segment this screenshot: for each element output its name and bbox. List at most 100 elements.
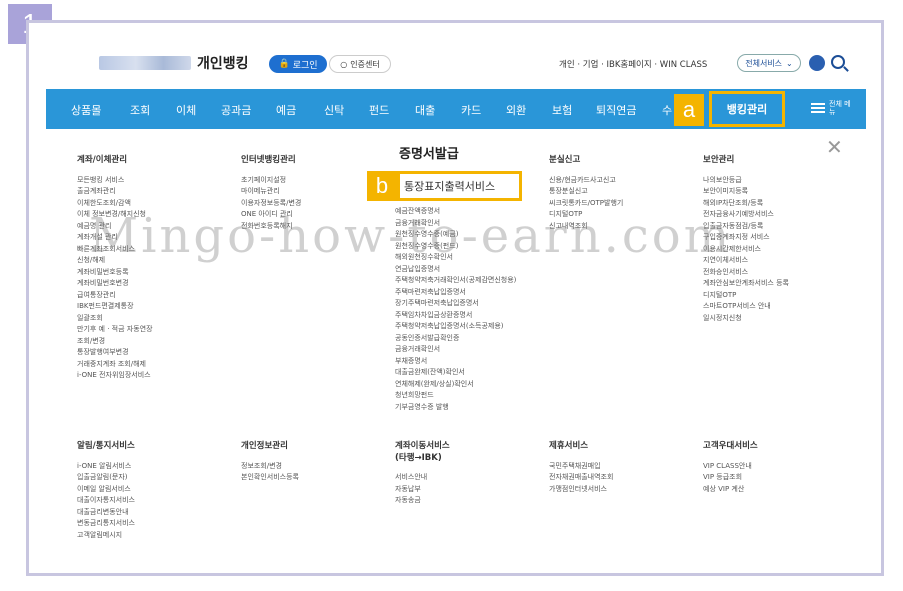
all-services-label: 전체서비스 — [745, 58, 783, 68]
column-privacy: 개인정보관리 정보조회/변경 본인확인서비스등록 — [241, 441, 299, 484]
menu-link[interactable]: 이메일 알림서비스 — [77, 484, 135, 496]
nav-item-deposit[interactable]: 예금 — [276, 102, 296, 118]
close-icon[interactable]: ✕ — [826, 135, 843, 159]
column-partner: 제휴서비스 국민주택채권매입 전자채권매출내역조회 가맹점인터넷서비스 — [549, 441, 613, 495]
menu-link[interactable]: 대출이자통지서비스 — [77, 495, 135, 507]
menu-link[interactable]: 주택청약저축납입증명서(소득공제용) — [395, 321, 516, 333]
nav-item-insurance[interactable]: 보험 — [552, 102, 572, 118]
menu-link[interactable]: 예상 VIP 계산 — [703, 484, 758, 496]
menu-link[interactable]: 대출금리변동안내 — [77, 507, 135, 519]
column-title-privacy: 개인정보관리 — [241, 441, 288, 451]
nav-item-utility[interactable]: 공과금 — [221, 102, 251, 118]
nav-item-inquiry[interactable]: 조회 — [130, 102, 150, 118]
cert-center-label: 인증센터 — [350, 59, 380, 69]
menu-link[interactable]: 금융거래확인서 — [395, 344, 516, 356]
nav-item-loan[interactable]: 대출 — [415, 102, 435, 118]
menu-link[interactable]: 계좌비밀번호변경 — [77, 278, 153, 290]
menu-link[interactable]: 연금납입증명서 — [395, 264, 516, 276]
top-links[interactable]: 개인 · 기업 · IBK홈페이지 · WIN CLASS — [559, 58, 707, 70]
account-move-title: 계좌이동서비스 — [395, 441, 450, 451]
menu-link[interactable]: 스마트OTP서비스 안내 — [703, 301, 789, 313]
login-button[interactable]: 🔒 로그인 — [269, 55, 327, 73]
nav-item-banking-management[interactable]: 뱅킹관리 — [709, 91, 785, 127]
menu-link[interactable]: 주택청약저축거래확인서(공제감면신청용) — [395, 275, 516, 287]
menu-link[interactable]: 변동금리통지서비스 — [77, 518, 135, 530]
nav-item-forex[interactable]: 외환 — [506, 102, 526, 118]
menu-link[interactable]: 통장분실신고 — [549, 186, 623, 198]
all-menu-label[interactable]: 전체 메뉴 — [829, 100, 851, 116]
menu-link[interactable]: 본인확인서비스등록 — [241, 472, 299, 484]
menu-link[interactable]: 신용/현금카드사고신고 — [549, 175, 623, 187]
menu-link[interactable]: 거래중지계좌 조회/해제 — [77, 359, 153, 371]
menu-link[interactable]: i-ONE 알림서비스 — [77, 461, 135, 473]
search-icon[interactable] — [831, 55, 845, 69]
annotation-label-a: a — [674, 94, 704, 126]
menu-link[interactable]: 기부금영수증 발행 — [395, 402, 516, 414]
menu-link[interactable]: 계좌안심보안계좌서비스 등록 — [703, 278, 789, 290]
menu-link[interactable]: 디지털OTP — [703, 290, 789, 302]
nav-item-transfer[interactable]: 이체 — [176, 102, 196, 118]
hamburger-menu-icon[interactable] — [811, 103, 825, 113]
menu-link[interactable]: 대출금완제(잔액)확인서 — [395, 367, 516, 379]
menu-link[interactable]: 정보조회/변경 — [241, 461, 299, 473]
menu-link[interactable]: 출금계좌관리 — [77, 186, 153, 198]
column-title-security: 보안관리 — [703, 155, 735, 165]
column-title-account-move: 계좌이동서비스 (타행→IBK) — [395, 441, 450, 464]
menu-link[interactable]: 자동송금 — [395, 495, 450, 507]
menu-link[interactable]: 부채증명서 — [395, 356, 516, 368]
menu-link[interactable]: 모든뱅킹 서비스 — [77, 175, 153, 187]
menu-link[interactable]: 계좌비밀번호등록 — [77, 267, 153, 279]
column-title-vip: 고객우대서비스 — [703, 441, 758, 451]
menu-link[interactable]: 주택마련저축납입증명서 — [395, 287, 516, 299]
menu-link[interactable]: 나의보안등급 — [703, 175, 789, 187]
nav-item-products[interactable]: 상품몰 — [71, 102, 101, 118]
menu-link[interactable]: 고객알림메시지 — [77, 530, 135, 542]
globe-icon[interactable] — [809, 55, 825, 71]
menu-link[interactable]: 장기주택마련저축납입증명서 — [395, 298, 516, 310]
menu-link[interactable]: 자동납부 — [395, 484, 450, 496]
menu-link[interactable]: 만기후 예 · 적금 자동연장 — [77, 324, 153, 336]
menu-link[interactable]: 조회/변경 — [77, 336, 153, 348]
menu-link[interactable]: 공동인증서발급확인증 — [395, 333, 516, 345]
all-services-select[interactable]: 전체서비스 ⌄ — [737, 54, 801, 72]
menu-link[interactable]: i-ONE 전자위임장서비스 — [77, 370, 153, 382]
passbook-cover-print-link[interactable]: 통장표지출력서비스 — [397, 171, 522, 201]
nav-item-card[interactable]: 카드 — [461, 102, 481, 118]
menu-link[interactable]: 전자채권매출내역조회 — [549, 472, 613, 484]
menu-link[interactable]: 마이메뉴관리 — [241, 186, 301, 198]
menu-link[interactable]: 연체해제(완제/상실)확인서 — [395, 379, 516, 391]
menu-link[interactable]: IBK펀드편결제통장 — [77, 301, 153, 313]
watermark: Mingo-how-to-earn.com — [89, 208, 733, 264]
account-move-subtitle: (타행→IBK) — [395, 452, 442, 463]
menu-link[interactable]: 전화승인서비스 — [703, 267, 789, 279]
column-transfer: 계좌/이체관리 모든뱅킹 서비스 출금계좌관리 이체한도조회/감액 이체 정보변경/해… — [77, 155, 153, 382]
column-title-alert: 알림/통지서비스 — [77, 441, 135, 451]
menu-link[interactable]: 가맹점인터넷서비스 — [549, 484, 613, 496]
menu-link[interactable]: 보안이미지등록 — [703, 186, 789, 198]
menu-link[interactable]: 청년희망펀드 — [395, 390, 516, 402]
brand-title: 개인뱅킹 — [197, 56, 249, 72]
menu-link[interactable]: VIP 등급조회 — [703, 472, 758, 484]
menu-link[interactable]: 주택임차차입금상환증명서 — [395, 310, 516, 322]
nav-item-truncated[interactable]: 수 — [662, 102, 672, 118]
nav-item-trust[interactable]: 신탁 — [324, 102, 344, 118]
column-title-cert: 증명서발급 — [399, 147, 459, 162]
column-title-loss: 분실신고 — [549, 155, 581, 165]
login-label: 로그인 — [292, 60, 318, 71]
column-vip: 고객우대서비스 VIP CLASS안내 VIP 등급조회 예상 VIP 계산 — [703, 441, 758, 495]
menu-link[interactable]: VIP CLASS안내 — [703, 461, 758, 473]
column-alert: 알림/통지서비스 i-ONE 알림서비스 입출금알림(문자) 이메일 알림서비스 대출… — [77, 441, 135, 541]
menu-link[interactable]: 입출금알림(문자) — [77, 472, 135, 484]
nav-item-fund[interactable]: 펀드 — [369, 102, 389, 118]
menu-link[interactable]: 일시정지신청 — [703, 313, 789, 325]
menu-link[interactable]: 국민주택채권매입 — [549, 461, 613, 473]
menu-link[interactable]: 통장발행여부변경 — [77, 347, 153, 359]
menu-link[interactable]: 초기페이지설정 — [241, 175, 301, 187]
menu-link[interactable]: 서비스안내 — [395, 472, 450, 484]
menu-link[interactable]: 급여통장관리 — [77, 290, 153, 302]
menu-link[interactable]: 일괄조회 — [77, 313, 153, 325]
cert-center-button[interactable]: ○ 인증센터 — [329, 55, 391, 73]
nav-item-pension[interactable]: 퇴직연금 — [596, 102, 636, 118]
column-title-partner: 제휴서비스 — [549, 441, 589, 451]
bank-logo[interactable] — [99, 56, 191, 70]
